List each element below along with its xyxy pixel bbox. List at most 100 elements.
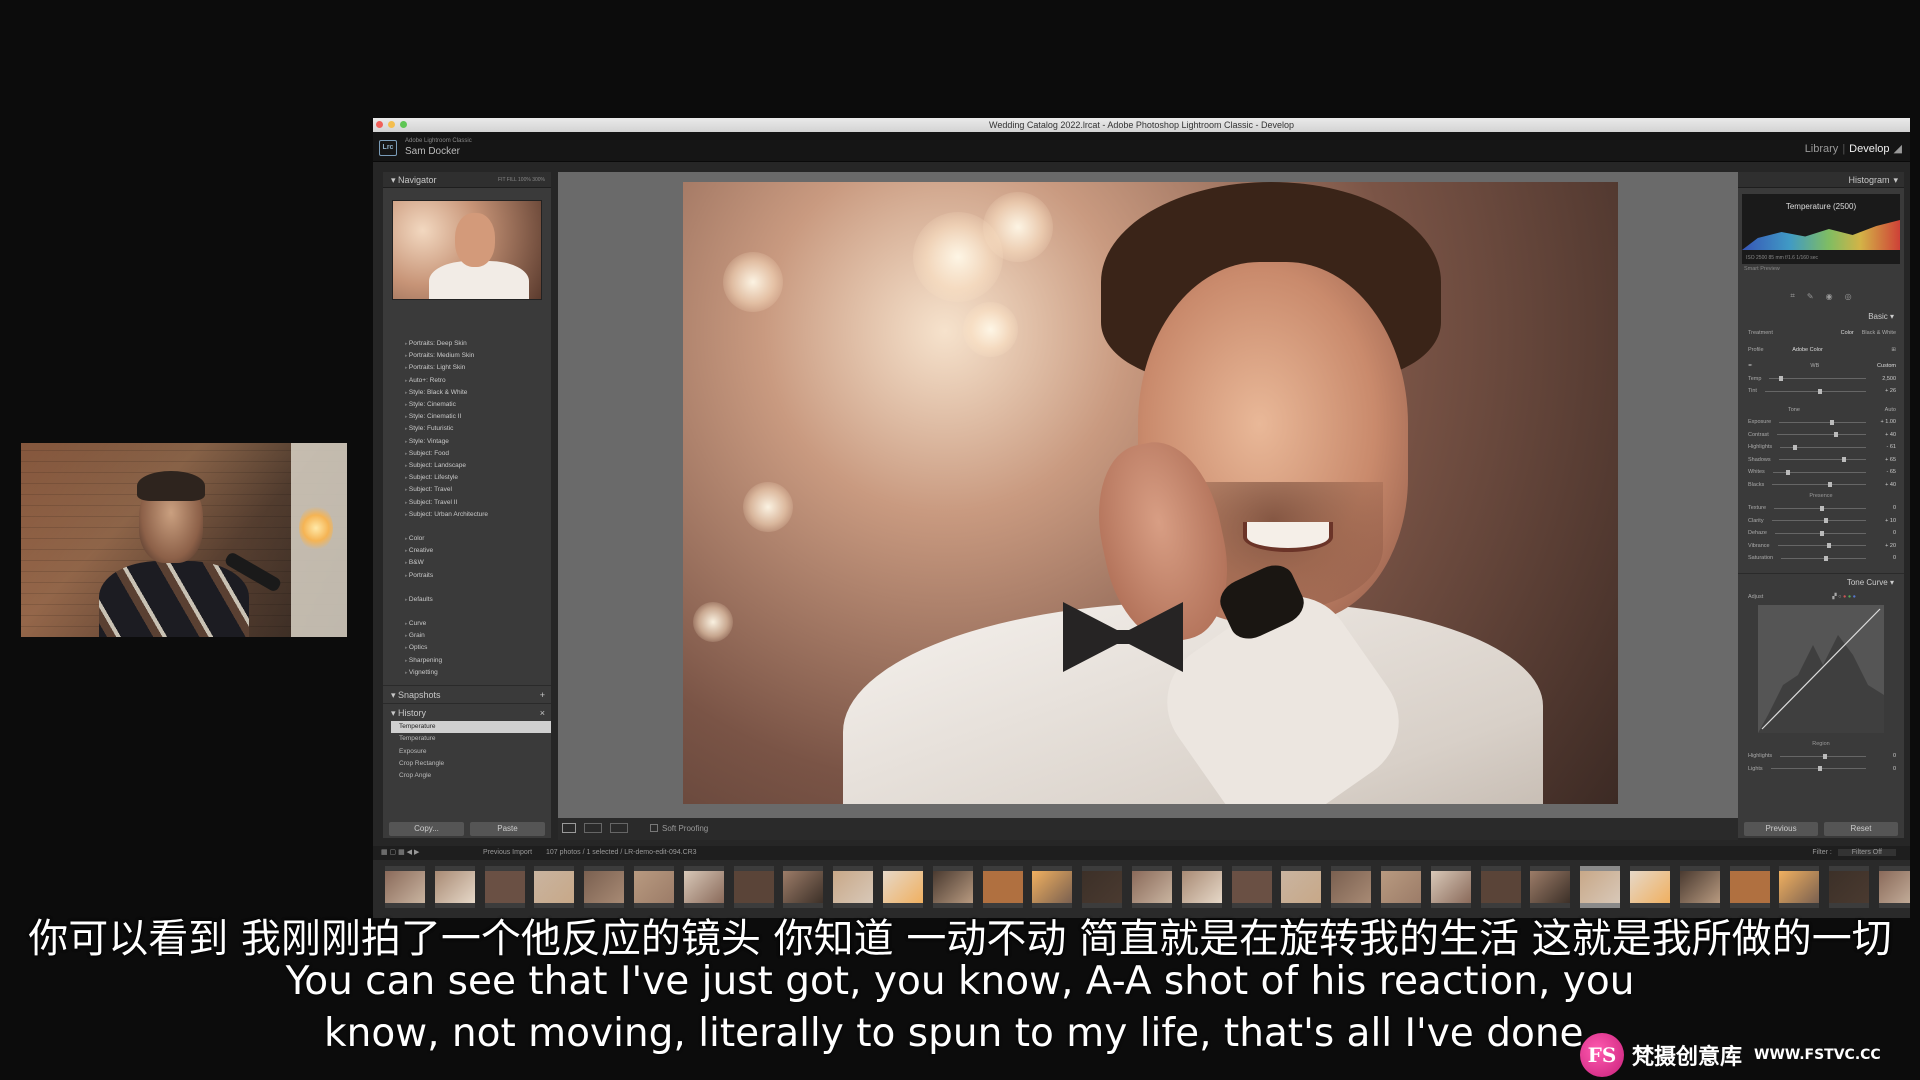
preset-item[interactable]: Subject: Lifestyle [405,472,551,484]
preset-group[interactable]: B&W [405,557,551,569]
filmstrip-thumbnail[interactable] [1729,866,1770,908]
soft-proofing-checkbox[interactable] [650,824,658,832]
filter-dropdown[interactable]: Filters Off [1837,849,1896,856]
slider-knob[interactable] [1820,505,1825,511]
preset-item[interactable]: Portraits: Light Skin [405,362,551,374]
filmstrip-thumbnail[interactable] [385,866,425,908]
slider-track[interactable] [1769,376,1866,382]
auto-tone-button[interactable]: Auto [1885,407,1896,413]
filmstrip-thumbnail[interactable] [1878,866,1910,908]
slider-track[interactable] [1776,432,1866,438]
filmstrip-thumbnail[interactable] [1231,866,1272,908]
slider-knob[interactable] [1841,457,1846,463]
preset-group[interactable]: Grain [405,630,551,642]
copy-button[interactable]: Copy... [389,822,464,836]
filmstrip-thumbnail[interactable] [733,866,774,908]
filmstrip-thumbnail[interactable] [1281,866,1322,908]
slider-value[interactable]: - 65 [1874,469,1896,475]
slider-value[interactable]: + 20 [1874,543,1896,549]
slider-value[interactable]: - 61 [1874,444,1896,450]
profile-dropdown[interactable]: Adobe Color [1792,347,1823,353]
filmstrip-thumbnail[interactable] [633,866,674,908]
module-library[interactable]: Library [1805,143,1839,155]
loupe-view[interactable] [558,172,1738,822]
preset-item[interactable]: Subject: Landscape [405,460,551,472]
preset-group[interactable]: Portraits [405,570,551,582]
preset-group[interactable]: Optics [405,642,551,654]
slider-value[interactable]: + 40 [1874,482,1896,488]
preset-item[interactable]: Style: Cinematic II [405,411,551,423]
filmstrip-thumbnail[interactable] [1480,866,1521,908]
filmstrip-thumbnail[interactable] [1131,866,1172,908]
filmstrip-grid-icon[interactable]: ▦ ▢ ▦ ◀ ▶ [381,846,419,860]
filmstrip-thumbnail[interactable] [932,866,973,908]
main-photo[interactable] [683,182,1618,804]
navigator-header[interactable]: ▾ Navigator FIT FILL 100% 300% [383,172,551,188]
slider-track[interactable] [1778,457,1866,463]
slider-track[interactable] [1772,482,1866,488]
slider-value[interactable]: 0 [1874,530,1896,536]
module-develop[interactable]: Develop [1849,143,1889,155]
preset-item[interactable]: Style: Cinematic [405,399,551,411]
filmstrip-thumbnail[interactable] [484,866,525,908]
navigator-zoom[interactable]: FIT FILL 100% 300% [498,172,545,187]
slider-track[interactable] [1781,555,1866,561]
slider-knob[interactable] [1823,518,1828,524]
slider-track[interactable] [1777,543,1866,549]
filmstrip-thumbnail[interactable] [1580,866,1621,908]
histogram[interactable]: Temperature (2500) ISO 2500 85 mm f/1.6 … [1742,194,1900,264]
slider-knob[interactable] [1779,376,1784,382]
slider-track[interactable] [1780,444,1866,450]
slider-track[interactable] [1774,530,1866,536]
slider-value[interactable]: + 1.00 [1874,419,1896,425]
minimize-button[interactable] [388,121,395,128]
wb-eyedropper-icon[interactable]: ✒ [1748,363,1753,369]
filmstrip-thumbnail[interactable] [683,866,724,908]
filmstrip-thumbnail[interactable] [1082,866,1123,908]
filmstrip-thumbnail[interactable] [584,866,625,908]
histogram-header[interactable]: Histogram ▾ [1738,172,1904,188]
tone-curve-header[interactable]: Tone Curve ▾ [1738,572,1904,587]
history-item[interactable]: Temperature [391,721,551,734]
zoom-button[interactable] [400,121,407,128]
slider-knob[interactable] [1817,388,1822,394]
preset-group[interactable]: Color [405,533,551,545]
treatment-bw[interactable]: Black & White [1862,330,1896,336]
history-item[interactable]: Crop Angle [399,770,551,782]
filmstrip-source[interactable]: Previous Import [483,849,532,856]
slider-value[interactable]: + 65 [1874,457,1896,463]
history-item[interactable]: Temperature [399,733,551,745]
slider-value[interactable]: + 26 [1874,388,1896,394]
filmstrip-thumbnail[interactable] [1380,866,1421,908]
blue-channel-icon[interactable]: ● [1853,594,1856,600]
slider-knob[interactable] [1827,543,1832,549]
preset-group[interactable]: Vignetting [405,667,551,679]
filmstrip-thumbnail[interactable] [534,866,575,908]
slider-knob[interactable] [1785,469,1790,475]
preset-group[interactable]: Defaults [405,594,551,606]
preset-item[interactable]: Auto+: Retro [405,375,551,387]
history-item[interactable]: Crop Rectangle [399,758,551,770]
slider-knob[interactable] [1823,555,1828,561]
paste-button[interactable]: Paste [470,822,545,836]
filmstrip-thumbnail[interactable] [1530,866,1571,908]
loupe-view-icon[interactable] [562,823,576,833]
filmstrip-thumbnail[interactable] [1331,866,1372,908]
history-header[interactable]: ▾ History × [383,703,551,721]
filmstrip-thumbnail[interactable] [1032,866,1073,908]
filmstrip-thumbnail[interactable] [1679,866,1720,908]
parametric-curve-icon[interactable]: ▞ [1832,594,1836,600]
filmstrip-thumbnail[interactable] [1430,866,1471,908]
slider-knob[interactable] [1833,432,1838,438]
previous-button[interactable]: Previous [1744,822,1818,836]
slider-value[interactable]: + 10 [1874,518,1896,524]
preset-group[interactable]: Sharpening [405,655,551,667]
basic-header[interactable]: Basic ▾ [1738,312,1904,321]
wb-dropdown[interactable]: Custom [1877,363,1896,369]
compare-view-icon[interactable] [584,823,602,833]
navigator-preview[interactable] [392,200,542,300]
preset-item[interactable]: Subject: Food [405,448,551,460]
slider-track[interactable] [1774,505,1866,511]
filmstrip-thumbnail[interactable] [1181,866,1222,908]
filmstrip-thumbnail[interactable] [1779,866,1820,908]
